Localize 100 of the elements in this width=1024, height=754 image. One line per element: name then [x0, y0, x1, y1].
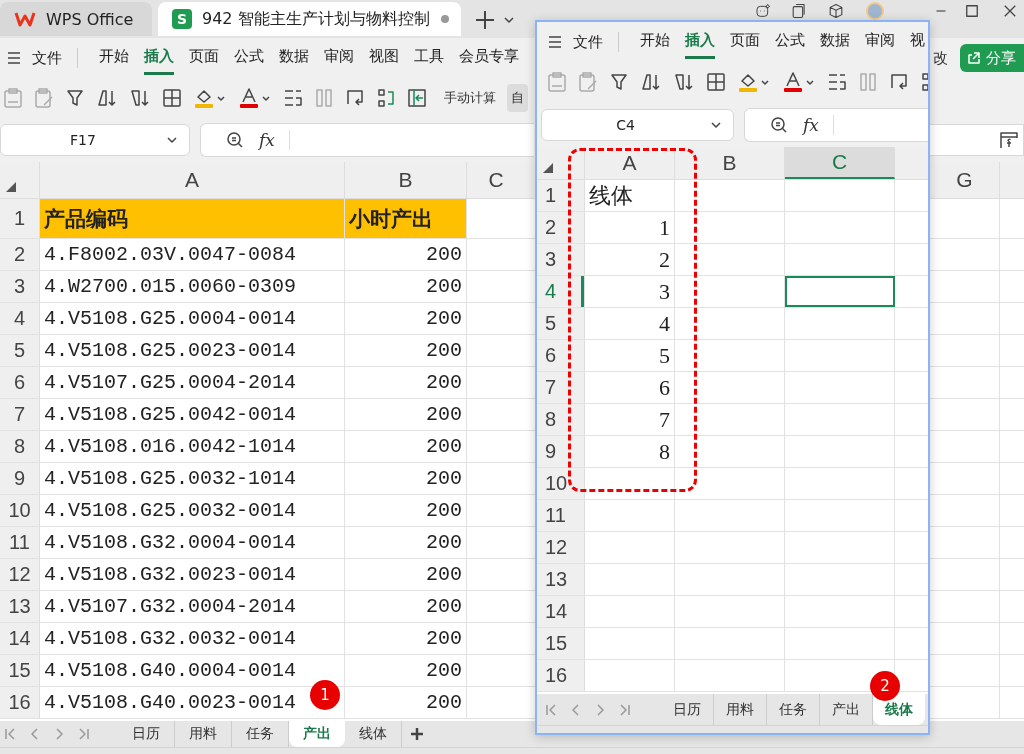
row-number[interactable]: 5	[0, 335, 40, 366]
sheet-tab[interactable]: 产出	[289, 721, 345, 747]
row-number[interactable]: 6	[0, 367, 40, 398]
row-number[interactable]: 1	[0, 199, 40, 238]
row-number[interactable]: 7	[0, 399, 40, 430]
row-number[interactable]: 8	[0, 431, 40, 462]
fill-color-icon[interactable]	[193, 87, 227, 109]
select-all-icon[interactable]	[543, 163, 553, 173]
row-number[interactable]: 15	[0, 655, 40, 686]
column-header[interactable]: A	[40, 162, 345, 198]
row-number[interactable]: 9	[0, 463, 40, 494]
row-number[interactable]: 16	[537, 660, 585, 691]
select-all-icon[interactable]	[6, 182, 16, 192]
file-menu[interactable]: 文件	[573, 32, 603, 52]
clipboard-icon[interactable]	[578, 71, 598, 93]
row-number[interactable]: 9	[537, 436, 585, 467]
row-number[interactable]: 16	[0, 687, 40, 718]
row-number[interactable]: 12	[0, 559, 40, 590]
close-icon[interactable]	[1003, 4, 1017, 18]
plus-icon[interactable]	[475, 10, 495, 30]
menu-icon[interactable]	[547, 34, 563, 50]
row-number[interactable]: 13	[537, 564, 585, 595]
menu-tab[interactable]: 页面	[730, 25, 760, 59]
row-number[interactable]: 5	[537, 308, 585, 339]
menu-icon[interactable]	[6, 50, 22, 66]
menu-tab[interactable]: 页面	[189, 41, 219, 75]
row-number[interactable]: 11	[0, 527, 40, 558]
row-number[interactable]: 2	[537, 212, 585, 243]
row-number[interactable]: 7	[537, 372, 585, 403]
menu-tab[interactable]: 数据	[820, 25, 850, 59]
column-header[interactable]: A	[585, 147, 675, 179]
window-icon[interactable]	[791, 3, 807, 19]
menu-tab[interactable]: 开始	[640, 25, 670, 59]
clipboard-icon[interactable]	[34, 87, 54, 109]
share-button[interactable]: 分享	[960, 44, 1024, 72]
column-header[interactable]: C	[467, 162, 533, 198]
sort-icon[interactable]	[129, 87, 151, 109]
border-icon[interactable]	[706, 71, 726, 93]
row-number[interactable]: 8	[537, 404, 585, 435]
row-number[interactable]: 6	[537, 340, 585, 371]
sort-icon[interactable]	[640, 71, 662, 93]
formula-field[interactable]: fx	[200, 123, 534, 157]
sheet-tab[interactable]: 线体	[873, 694, 925, 725]
font-color-icon[interactable]	[238, 87, 272, 109]
menu-tab[interactable]: 审阅	[324, 41, 354, 75]
robot-icon[interactable]	[755, 3, 771, 19]
menu-tab[interactable]: 数据	[279, 41, 309, 75]
menu-tab[interactable]: 视	[910, 25, 925, 59]
file-menu[interactable]: 文件	[32, 48, 62, 68]
zoom-icon[interactable]	[769, 114, 789, 135]
name-box[interactable]: F17	[0, 124, 190, 156]
row-number[interactable]: 15	[537, 628, 585, 659]
menu-tab[interactable]: 插入	[144, 41, 174, 75]
column-header[interactable]: B	[345, 162, 467, 198]
zoom-icon[interactable]	[225, 130, 245, 150]
sort-icon[interactable]	[673, 71, 695, 93]
menu-tab[interactable]: 会员专享	[459, 41, 519, 75]
row-number[interactable]: 13	[0, 591, 40, 622]
row-number[interactable]: 2	[0, 239, 40, 270]
name-box[interactable]: C4	[541, 108, 734, 141]
maximize-icon[interactable]	[965, 4, 979, 18]
border-icon[interactable]	[162, 87, 182, 109]
filter-icon[interactable]	[65, 87, 85, 109]
add-sheet-icon[interactable]	[410, 727, 424, 741]
row-number[interactable]: 14	[0, 623, 40, 654]
function-label[interactable]: fx	[803, 114, 819, 135]
menu-tab[interactable]: 开始	[99, 41, 129, 75]
sort-icon[interactable]	[96, 87, 118, 109]
row-number[interactable]: 1	[537, 180, 585, 211]
row-number[interactable]: 10	[537, 468, 585, 499]
cube-icon[interactable]	[828, 3, 844, 19]
selected-cell[interactable]	[785, 276, 895, 307]
caret-icon[interactable]	[503, 14, 515, 26]
freeze-icon[interactable]	[407, 87, 427, 109]
calc-label[interactable]: 手动计算	[444, 89, 496, 107]
formula-field[interactable]: fx	[744, 107, 928, 142]
text-columns-icon[interactable]	[283, 87, 303, 109]
row-number[interactable]: 3	[0, 271, 40, 302]
clipboard-icon[interactable]	[547, 71, 567, 93]
rows-icon[interactable]	[376, 87, 396, 109]
row-number[interactable]: 14	[537, 596, 585, 627]
menu-tab[interactable]: 审阅	[865, 25, 895, 59]
row-number[interactable]: 10	[0, 495, 40, 526]
formula-icon[interactable]	[999, 130, 1019, 150]
row-number[interactable]: 4	[0, 303, 40, 334]
column-header[interactable]: C	[785, 147, 895, 179]
window-tab[interactable]: S 942 智能主生产计划与物料控制	[158, 2, 461, 36]
window-tab[interactable]: WPS Office	[0, 2, 152, 36]
row-number[interactable]: 12	[537, 532, 585, 563]
row-number[interactable]: 3	[537, 244, 585, 275]
menu-tab[interactable]: 插入	[685, 25, 715, 59]
menu-tab[interactable]: 公式	[775, 25, 805, 59]
menu-tab[interactable]: 工具	[414, 41, 444, 75]
function-label[interactable]: fx	[259, 130, 275, 150]
auto-button[interactable]: 自	[507, 84, 528, 112]
row-number[interactable]: 11	[537, 500, 585, 531]
fill-color-icon[interactable]	[737, 71, 771, 93]
text-columns-icon[interactable]	[827, 71, 847, 93]
menu-tab[interactable]: 视图	[369, 41, 399, 75]
font-color-icon[interactable]	[782, 71, 816, 93]
